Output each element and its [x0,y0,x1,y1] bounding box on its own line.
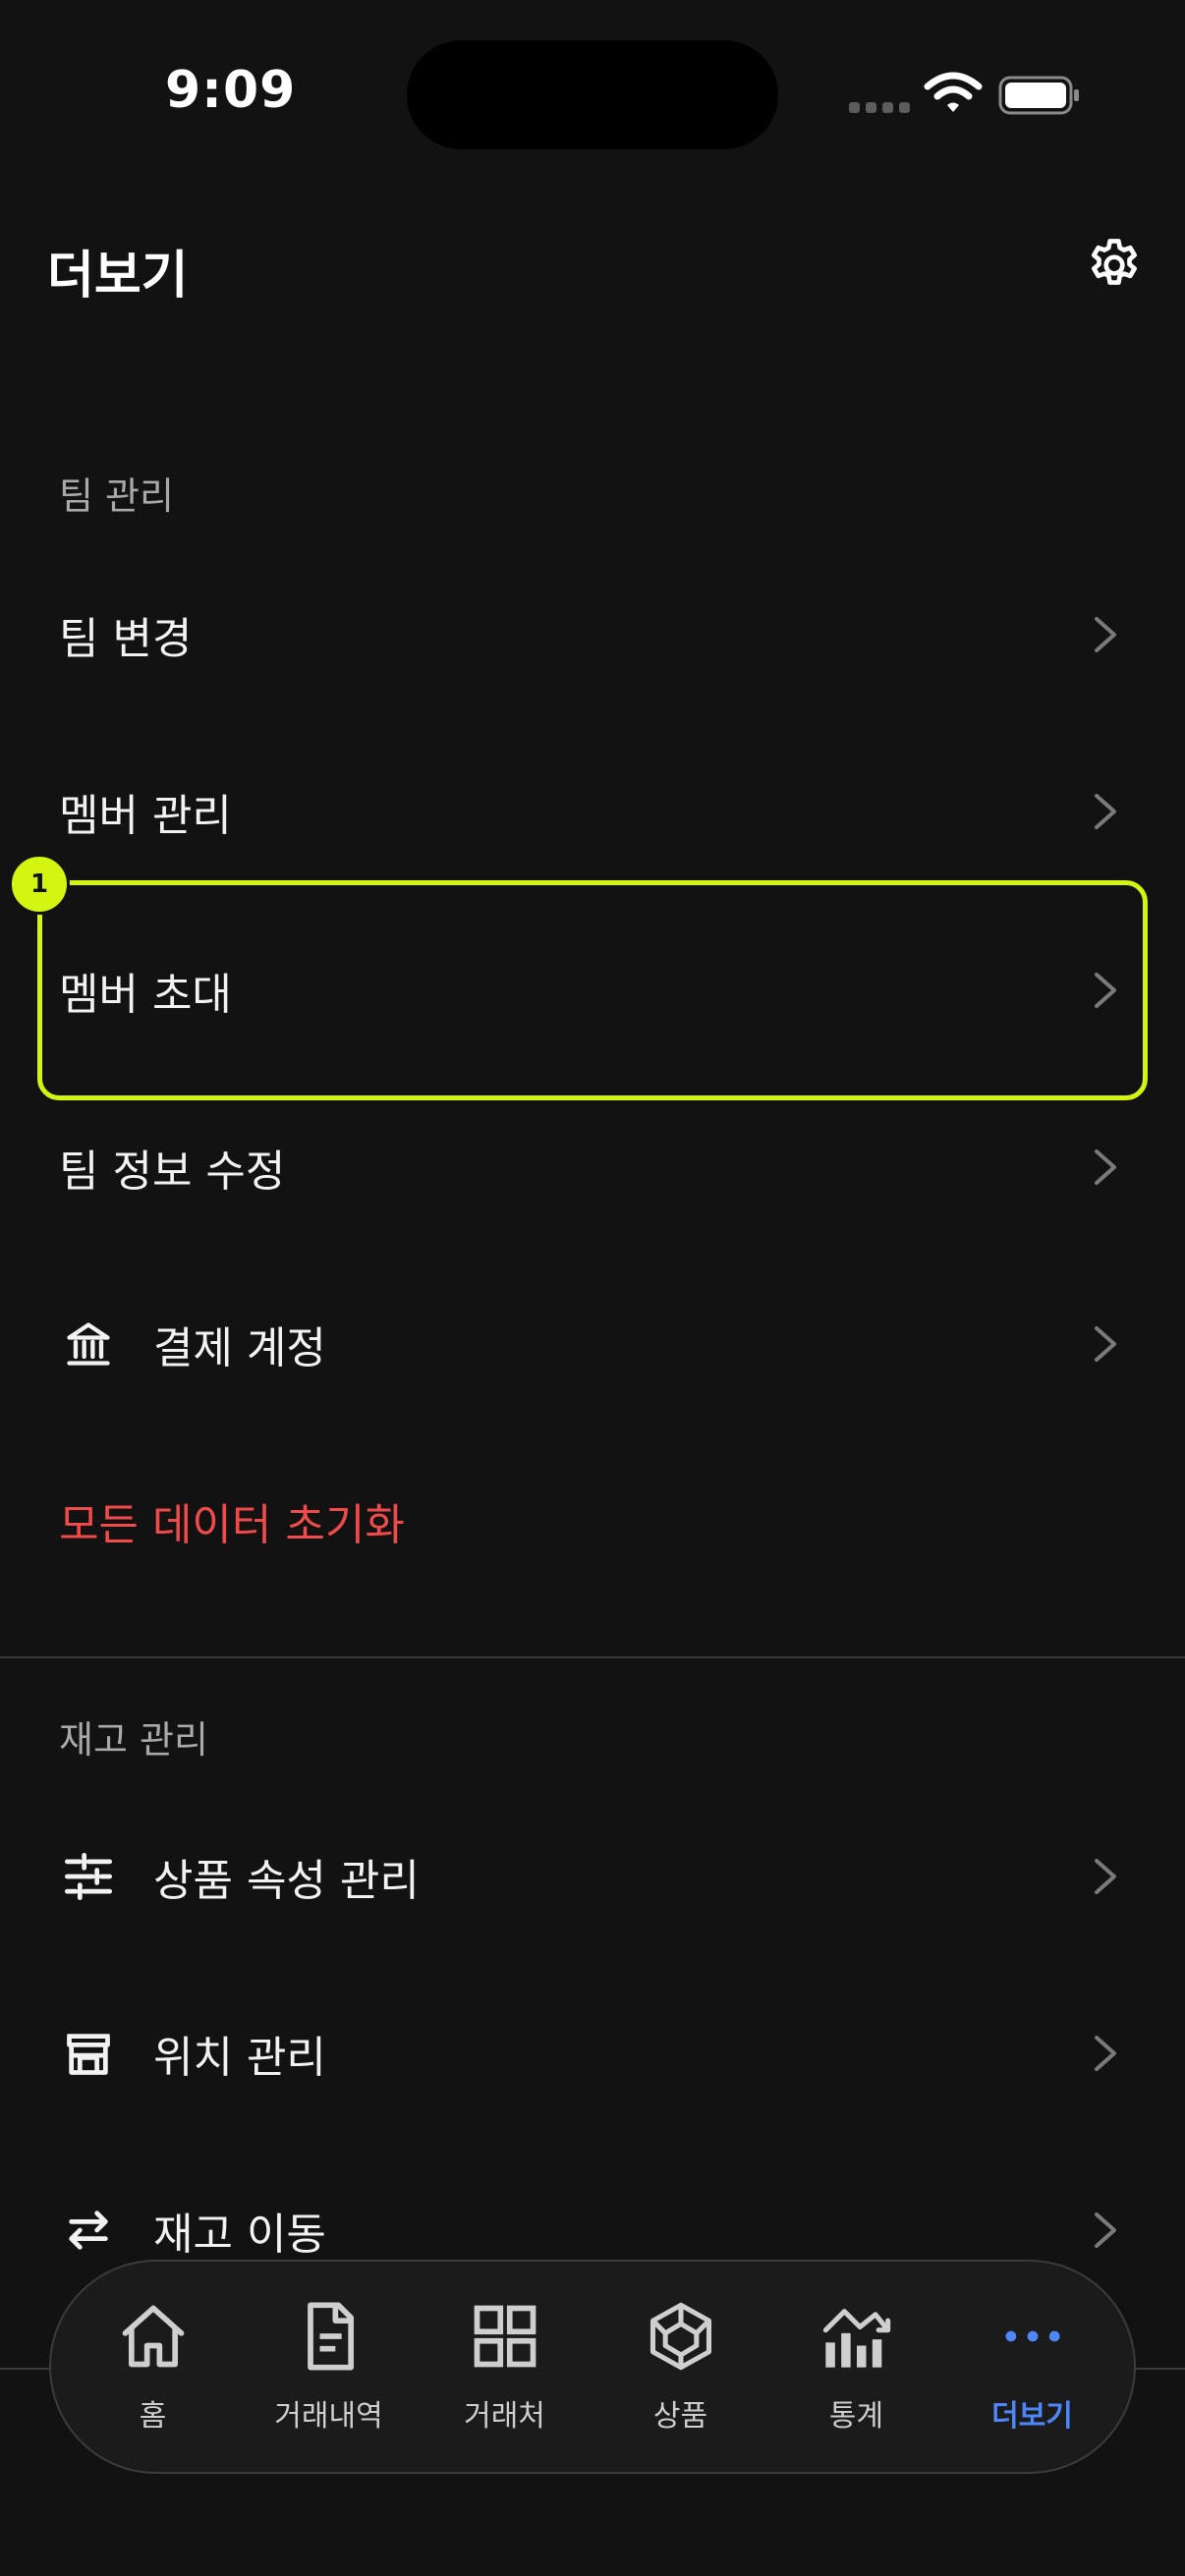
sliders-icon [59,1847,118,1906]
settings-button[interactable] [1081,232,1148,299]
transfer-icon [59,2201,118,2260]
tab-transactions[interactable]: 거래내역 [241,2262,417,2472]
tab-label: 통계 [828,2399,884,2434]
bank-icon [59,1315,118,1373]
section-divider [0,1656,1185,1658]
screen: 9:09 더보기 팀 관리 팀 변경 멤버 관리 멤버 초대 팀 정보 수정 결… [0,0,1185,2576]
chart-icon [822,2309,890,2368]
menu-item-label: 멤버 관리 [59,791,232,841]
annotation-badge: 1 [9,854,70,915]
menu-item-change-team[interactable]: 팀 변경 [0,546,1185,723]
menu-item-product-attributes[interactable]: 상품 속성 관리 [0,1788,1185,1965]
tab-label: 거래내역 [274,2399,383,2434]
document-icon [307,2302,354,2371]
gear-icon [1092,239,1137,285]
dynamic-island [407,40,778,149]
tab-more[interactable]: 더보기 [944,2262,1120,2472]
chevron-right-icon [1095,1859,1116,1894]
menu-item-label: 재고 이동 [153,2210,326,2260]
chevron-right-icon [1095,2212,1116,2248]
menu-item-billing-account[interactable]: 결제 계정 [0,1256,1185,1432]
chevron-right-icon [1095,617,1116,652]
store-icon [59,2024,118,2083]
tab-label: 더보기 [991,2399,1073,2434]
menu-item-member-management[interactable]: 멤버 관리 [0,723,1185,900]
menu-item-location-management[interactable]: 위치 관리 [0,1965,1185,2142]
tab-label: 거래처 [464,2399,545,2434]
home-icon [122,2305,184,2368]
more-icon [1004,2330,1060,2342]
cellular-signal-icon [849,102,910,113]
grid-icon [474,2305,536,2368]
tab-home[interactable]: 홈 [65,2262,241,2472]
page-title: 더보기 [47,247,189,306]
cube-icon [649,2302,711,2371]
menu-item-label: 팀 변경 [59,614,193,664]
menu-item-label: 팀 정보 수정 [59,1147,286,1197]
reset-all-data-label: 모든 데이터 초기화 [59,1500,405,1550]
section-title-inventory: 재고 관리 [59,1718,208,1762]
menu-item-label: 결제 계정 [153,1323,326,1373]
wifi-icon [924,72,983,112]
chevron-right-icon [1095,1149,1116,1185]
tab-statistics[interactable]: 통계 [768,2262,944,2472]
section-title-team: 팀 관리 [59,475,174,518]
menu-item-label: 상품 속성 관리 [153,1856,420,1906]
chevron-right-icon [1095,2036,1116,2071]
status-time: 9:09 [165,61,297,120]
tab-label: 홈 [139,2399,167,2434]
tab-clients[interactable]: 거래처 [417,2262,592,2472]
tab-label: 상품 [652,2399,708,2434]
chevron-right-icon [1095,794,1116,829]
chevron-right-icon [1095,1326,1116,1362]
tab-products[interactable]: 상품 [592,2262,768,2472]
reset-all-data-button[interactable]: 모든 데이터 초기화 [0,1432,1185,1609]
menu-item-label: 위치 관리 [153,2033,326,2083]
bottom-tab-bar: 홈 거래내역 거래처 상품 통계 더보기 [49,2260,1136,2474]
menu-item-edit-team-info[interactable]: 팀 정보 수정 [0,1079,1185,1256]
highlight-box [37,880,1148,1100]
battery-icon [998,76,1079,115]
